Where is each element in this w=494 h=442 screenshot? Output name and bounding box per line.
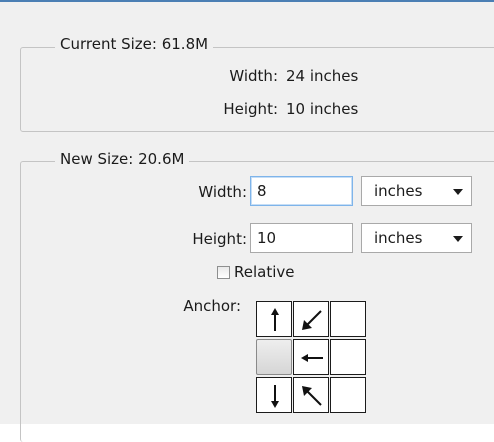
new-height-unit-select[interactable]: inches — [361, 223, 472, 253]
new-width-unit-value: inches — [374, 182, 423, 200]
chevron-down-icon — [453, 236, 463, 242]
arrow-down-icon — [271, 385, 279, 408]
anchor-bottom-center[interactable] — [293, 377, 329, 413]
anchor-bottom-left[interactable] — [256, 377, 292, 413]
relative-checkbox[interactable] — [217, 266, 230, 279]
current-size-group — [20, 47, 494, 132]
new-width-unit-select[interactable]: inches — [361, 176, 472, 206]
anchor-center[interactable] — [293, 339, 329, 375]
anchor-bottom-right[interactable] — [330, 377, 366, 413]
anchor-middle-right[interactable] — [330, 339, 366, 375]
arrow-left-icon — [301, 354, 323, 362]
relative-label[interactable]: Relative — [234, 263, 295, 281]
arrow-up-icon — [271, 308, 279, 331]
anchor-grid — [256, 301, 366, 413]
new-height-input[interactable] — [250, 223, 353, 253]
anchor-top-center[interactable] — [293, 301, 329, 337]
current-width-value: 24 inches — [286, 67, 359, 85]
canvas-size-dialog: Current Size: 61.8M Width: 24 inches Hei… — [0, 0, 494, 442]
arrow-down-left-icon — [302, 310, 322, 330]
arrow-up-left-icon — [302, 386, 322, 406]
new-width-label: Width: — [198, 183, 247, 201]
current-size-legend: Current Size: 61.8M — [55, 35, 214, 53]
new-width-input[interactable] — [250, 176, 353, 206]
current-height-label: Height: — [223, 100, 278, 118]
current-height-value: 10 inches — [286, 100, 359, 118]
new-height-unit-value: inches — [374, 229, 423, 247]
anchor-middle-left[interactable] — [256, 339, 292, 375]
anchor-top-right[interactable] — [330, 301, 366, 337]
new-size-legend: New Size: 20.6M — [55, 150, 190, 168]
anchor-label: Anchor: — [183, 297, 241, 315]
new-height-label: Height: — [192, 230, 247, 248]
chevron-down-icon — [453, 189, 463, 195]
current-width-label: Width: — [229, 67, 278, 85]
anchor-top-left[interactable] — [256, 301, 292, 337]
